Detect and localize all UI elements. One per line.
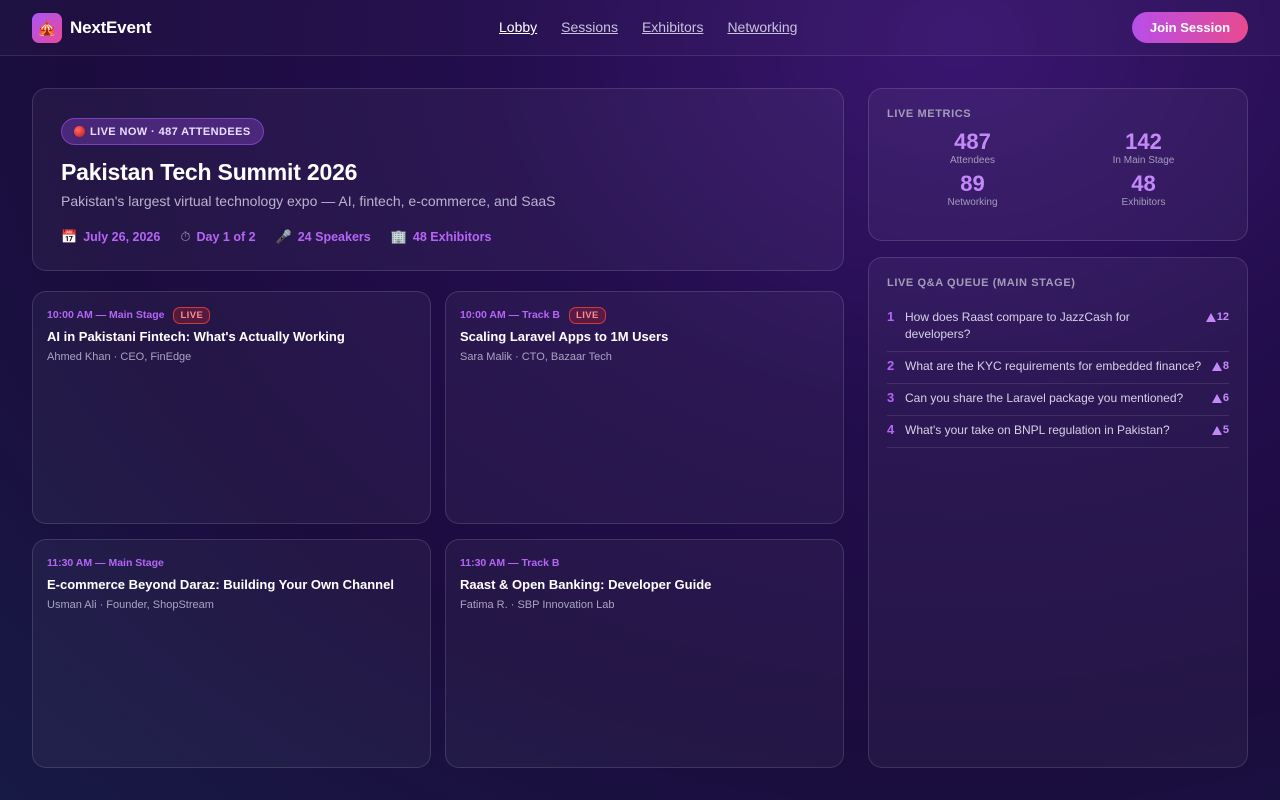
circus-tent-icon: 🎪 — [32, 13, 62, 43]
live-badge: LIVE — [173, 306, 211, 324]
live-status-badge: LIVE NOW · 487 ATTENDEES — [61, 118, 264, 145]
metric-value: 48 — [1131, 171, 1156, 196]
session-card[interactable]: 10:00 AM — Main Stage LIVE AI in Pakista… — [32, 291, 431, 524]
session-time-row: 11:30 AM — Main Stage — [47, 555, 416, 571]
metric-label: Attendees — [949, 155, 996, 166]
session-title: Raast & Open Banking: Developer Guide — [460, 577, 712, 592]
qa-title: LIVE Q&A QUEUE (MAIN STAGE) — [887, 277, 1076, 289]
metric-value: 89 — [960, 171, 985, 196]
upvote-triangle-icon — [1211, 425, 1222, 435]
qa-question[interactable]: 3 Can you share the Laravel package you … — [887, 384, 1229, 416]
nav-link-lobby[interactable]: Lobby — [499, 19, 537, 35]
metric-exhibitors: 48 Exhibitors — [1058, 170, 1229, 208]
event-hero-card: LIVE NOW · 487 ATTENDEES Pakistan Tech S… — [32, 88, 844, 271]
qa-question[interactable]: 2 What are the KYC requirements for embe… — [887, 352, 1229, 384]
session-time-row: 10:00 AM — Main Stage LIVE — [47, 306, 416, 324]
main-nav: Lobby Sessions Exhibitors Networking — [499, 19, 797, 35]
session-speaker: Fatima R. · SBP Innovation Lab — [460, 599, 615, 611]
session-speaker: Ahmed Khan · CEO, FinEdge — [47, 351, 192, 363]
vote-count: 12 — [1216, 311, 1229, 323]
meta-exhibitors: 🏢 48 Exhibitors — [391, 229, 492, 245]
meta-exhibitors-text: 48 Exhibitors — [412, 230, 492, 244]
building-icon: 🏢 — [390, 229, 407, 244]
meta-speakers: 🎤 24 Speakers — [276, 229, 371, 245]
qa-question-text: What's your take on BNPL regulation in P… — [905, 423, 1170, 437]
metrics-grid: 487 Attendees 142 In Main Stage 89 Netwo… — [887, 128, 1229, 208]
upvote-button[interactable]: 5 — [1211, 424, 1229, 436]
top-navigation-bar: 🎪 NextEvent Lobby Sessions Exhibitors Ne… — [0, 0, 1280, 56]
session-card[interactable]: 11:30 AM — Main Stage E-commerce Beyond … — [32, 539, 431, 768]
meta-day-text: Day 1 of 2 — [196, 230, 256, 244]
qa-rank: 3 — [887, 390, 895, 405]
qa-question[interactable]: 1 How does Raast compare to JazzCash for… — [887, 303, 1229, 352]
session-title: E-commerce Beyond Daraz: Building Your O… — [47, 577, 394, 592]
session-card[interactable]: 11:30 AM — Track B Raast & Open Banking:… — [445, 539, 844, 768]
meta-date: 📅 July 26, 2026 — [61, 229, 160, 245]
stopwatch-icon: ⏱ — [180, 229, 191, 244]
calendar-icon: 📅 — [61, 229, 78, 244]
session-time: 10:00 AM — Main Stage — [47, 309, 165, 321]
qa-question[interactable]: 4 What's your take on BNPL regulation in… — [887, 416, 1229, 448]
qa-question-text: Can you share the Laravel package you me… — [905, 391, 1184, 405]
session-time-row: 11:30 AM — Track B — [460, 555, 829, 571]
vote-count: 8 — [1222, 360, 1229, 372]
session-speaker: Usman Ali · Founder, ShopStream — [47, 599, 214, 611]
qa-rank: 4 — [887, 422, 895, 437]
session-time: 11:30 AM — Main Stage — [47, 557, 164, 569]
session-title: Scaling Laravel Apps to 1M Users — [460, 329, 669, 344]
session-title: AI in Pakistani Fintech: What's Actually… — [47, 329, 345, 344]
metrics-title: LIVE METRICS — [887, 108, 972, 120]
event-title: Pakistan Tech Summit 2026 — [61, 159, 358, 185]
metric-label: Exhibitors — [1121, 197, 1166, 208]
brand[interactable]: 🎪 NextEvent — [32, 13, 152, 43]
meta-day: ⏱ Day 1 of 2 — [180, 229, 255, 245]
qa-rank: 2 — [887, 358, 895, 373]
upvote-triangle-icon — [1211, 361, 1222, 371]
session-time: 10:00 AM — Track B — [460, 309, 560, 321]
live-badge: LIVE — [569, 306, 606, 324]
session-speaker: Sara Malik · CTO, Bazaar Tech — [460, 351, 612, 363]
upvote-triangle-icon — [1211, 393, 1222, 403]
qa-question-text: What are the KYC requirements for embedd… — [905, 359, 1202, 373]
meta-date-text: July 26, 2026 — [83, 230, 161, 244]
upvote-button[interactable]: 8 — [1211, 360, 1229, 372]
vote-count: 6 — [1222, 392, 1229, 404]
metric-label: Networking — [947, 197, 998, 208]
qa-queue-panel: LIVE Q&A QUEUE (MAIN STAGE) 1 How does R… — [868, 257, 1248, 768]
event-subtitle: Pakistan's largest virtual technology ex… — [61, 193, 556, 209]
metric-main-stage: 142 In Main Stage — [1058, 128, 1229, 166]
nav-link-sessions[interactable]: Sessions — [561, 19, 618, 35]
microphone-icon: 🎤 — [275, 229, 292, 244]
live-status-text: LIVE NOW · 487 ATTENDEES — [90, 125, 251, 138]
metric-networking: 89 Networking — [887, 170, 1058, 208]
metric-attendees: 487 Attendees — [887, 128, 1058, 166]
session-time: 11:30 AM — Track B — [460, 557, 560, 569]
nav-link-exhibitors[interactable]: Exhibitors — [642, 19, 703, 35]
session-time-row: 10:00 AM — Track B LIVE — [460, 306, 829, 324]
nav-link-networking[interactable]: Networking — [727, 19, 797, 35]
metric-value: 487 — [954, 129, 991, 154]
metric-label: In Main Stage — [1112, 155, 1175, 166]
meta-speakers-text: 24 Speakers — [297, 230, 371, 244]
live-dot-icon — [74, 126, 85, 137]
brand-name: NextEvent — [70, 18, 152, 37]
session-card[interactable]: 10:00 AM — Track B LIVE Scaling Laravel … — [445, 291, 844, 524]
join-session-button[interactable]: Join Session — [1132, 12, 1248, 43]
qa-question-text: How does Raast compare to JazzCash for d… — [905, 310, 1130, 341]
vote-count: 5 — [1222, 424, 1229, 436]
qa-list: 1 How does Raast compare to JazzCash for… — [887, 303, 1229, 448]
upvote-button[interactable]: 6 — [1211, 392, 1229, 404]
upvote-button[interactable]: 12 — [1205, 311, 1229, 323]
event-meta: 📅 July 26, 2026 ⏱ Day 1 of 2 🎤 24 Speake… — [61, 229, 815, 245]
metric-value: 142 — [1125, 129, 1162, 154]
qa-rank: 1 — [887, 309, 895, 324]
upvote-triangle-icon — [1205, 312, 1216, 322]
live-metrics-panel: LIVE METRICS 487 Attendees 142 In Main S… — [868, 88, 1248, 241]
